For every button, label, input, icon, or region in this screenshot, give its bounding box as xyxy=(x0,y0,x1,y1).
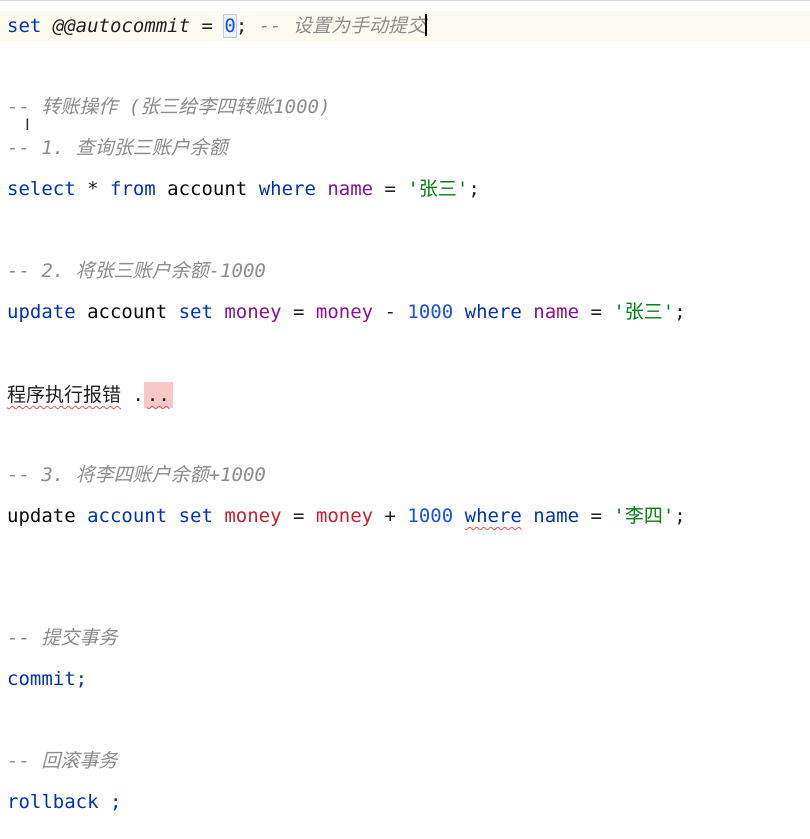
statement-rollback: rollback ; xyxy=(7,791,122,813)
keyword-select: select xyxy=(7,178,76,200)
table-account: account xyxy=(155,178,259,200)
code-line-select[interactable]: select * from account where name = '张三'; xyxy=(7,174,480,204)
comment-step2: -- 2. 将张三账户余额-1000 xyxy=(7,260,266,282)
ibeam-cursor-icon: I xyxy=(25,115,30,134)
plus-operator: + xyxy=(373,505,408,527)
code-line-comment-transfer[interactable]: -- 转账操作 (张三给李四转账1000) xyxy=(7,92,330,122)
semicolon: ; xyxy=(674,301,686,323)
ellipsis-start: . xyxy=(121,384,144,406)
keyword-set: set xyxy=(167,505,213,527)
number-1000: 1000 xyxy=(407,301,454,323)
editor-top-border xyxy=(0,0,810,1)
keyword-update: update xyxy=(7,301,76,323)
equals-operator: = xyxy=(281,505,316,527)
error-highlight: .. xyxy=(143,382,173,408)
equals-operator: = xyxy=(190,15,225,37)
text-caret xyxy=(425,14,428,36)
string-lisi: '李四' xyxy=(613,505,675,527)
comment-rollback: -- 回滚事务 xyxy=(7,750,118,772)
keyword-where: where xyxy=(453,301,522,323)
error-text: 程序执行报错 xyxy=(7,384,122,406)
code-line-commit[interactable]: commit; xyxy=(7,664,87,694)
code-line-comment-step1[interactable]: -- 1. 查询张三账户余额 xyxy=(7,133,228,163)
column-money: money xyxy=(212,301,282,323)
semicolon: ; xyxy=(674,505,686,527)
code-line-rollback[interactable]: rollback ; xyxy=(7,787,121,817)
code-line-autocommit[interactable]: set @@autocommit = 0; -- 设置为手动提交 xyxy=(0,11,810,41)
equals-operator: = xyxy=(579,505,614,527)
equals-operator: = xyxy=(373,178,408,200)
keyword-where: where xyxy=(258,178,316,200)
semicolon: ; xyxy=(468,178,480,200)
code-line-comment-step2[interactable]: -- 2. 将张三账户余额-1000 xyxy=(7,256,266,286)
string-zhangsan: '张三' xyxy=(613,301,675,323)
keyword-set: set xyxy=(178,301,213,323)
column-name: name xyxy=(521,301,580,323)
column-money: money xyxy=(315,301,374,323)
autocommit-variable: @@autocommit xyxy=(52,15,191,37)
column-name: name xyxy=(315,178,374,200)
keyword-from: from xyxy=(109,178,156,200)
table-account: account xyxy=(75,505,168,527)
equals-operator: = xyxy=(579,301,614,323)
sql-editor[interactable]: set @@autocommit = 0; -- 设置为手动提交 -- 转账操作… xyxy=(0,0,810,839)
code-line-error[interactable]: 程序执行报错 ... xyxy=(7,380,173,410)
number-1000: 1000 xyxy=(407,505,454,527)
code-line-update-zhangsan[interactable]: update account set money = money - 1000 … xyxy=(7,297,686,327)
comment-step1: -- 1. 查询张三账户余额 xyxy=(7,137,228,159)
column-money: money xyxy=(212,505,282,527)
code-line-comment-rollback[interactable]: -- 回滚事务 xyxy=(7,746,117,776)
value-zero: 0 xyxy=(223,14,237,38)
keyword-set: set xyxy=(7,15,42,37)
statement-commit: commit; xyxy=(7,668,88,690)
column-name: name xyxy=(521,505,580,527)
semicolon: ; xyxy=(235,15,248,37)
string-zhangsan: '张三' xyxy=(407,178,469,200)
keyword-update: update xyxy=(7,505,76,527)
comment-transfer: -- 转账操作 (张三给李四转账1000) xyxy=(7,96,331,118)
comment-commit: -- 提交事务 xyxy=(7,627,118,649)
code-line-comment-commit[interactable]: -- 提交事务 xyxy=(7,623,117,653)
keyword-where: where xyxy=(464,505,522,527)
minus-operator: - xyxy=(373,301,408,323)
comment-manual-commit: -- 设置为手动提交 xyxy=(247,15,427,37)
code-line-comment-step3[interactable]: -- 3. 将李四账户余额+1000 xyxy=(7,460,266,490)
code-line-update-lisi[interactable]: update account set money = money + 1000 … xyxy=(7,501,686,531)
star-operator: * xyxy=(75,178,110,200)
comment-step3: -- 3. 将李四账户余额+1000 xyxy=(7,464,266,486)
equals-operator: = xyxy=(281,301,316,323)
table-account: account xyxy=(75,301,179,323)
column-money: money xyxy=(315,505,374,527)
